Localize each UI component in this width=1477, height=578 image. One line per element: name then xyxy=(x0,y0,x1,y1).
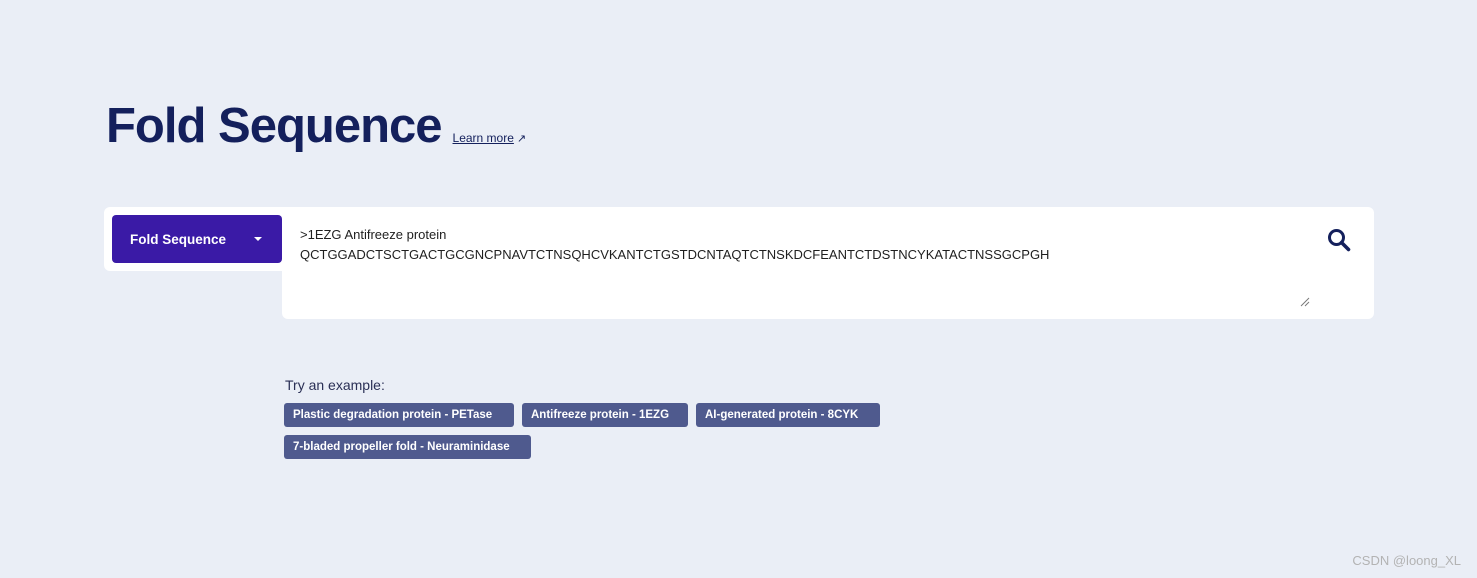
example-chip-petase[interactable]: Plastic degradation protein - PETase xyxy=(284,403,514,427)
learn-more-link[interactable]: Learn more ↗ xyxy=(453,131,527,145)
sequence-textarea[interactable]: >1EZG Antifreeze protein QCTGGADCTSCTGACT… xyxy=(300,225,1320,265)
fold-sequence-page: Fold Sequence Learn more ↗ Fold Sequence … xyxy=(0,0,1477,578)
mode-dropdown-label: Fold Sequence xyxy=(130,231,227,247)
learn-more-label: Learn more xyxy=(452,131,514,145)
examples-label: Try an example: xyxy=(285,377,385,393)
watermark: CSDN @loong_XL xyxy=(1352,553,1461,568)
title-row: Fold Sequence Learn more ↗ xyxy=(106,96,526,156)
example-chip-1ezg[interactable]: Antifreeze protein - 1EZG xyxy=(522,403,688,427)
mode-dropdown-button[interactable]: Fold Sequence xyxy=(112,215,282,263)
search-icon[interactable] xyxy=(1326,227,1352,253)
sequence-residues-line: QCTGGADCTSCTGACTGCGNCPNAVTCTNSQHCVKANTCT… xyxy=(300,247,1050,262)
page-title: Fold Sequence xyxy=(106,99,443,153)
resize-handle-icon[interactable] xyxy=(1298,295,1310,307)
example-chip-8cyk[interactable]: AI-generated protein - 8CYK xyxy=(696,403,880,427)
sequence-input-panel: >1EZG Antifreeze protein QCTGGADCTSCTGACT… xyxy=(282,207,1374,319)
external-arrow-icon: ↗ xyxy=(516,133,527,145)
example-chip-neuraminidase[interactable]: 7-bladed propeller fold - Neuraminidase xyxy=(284,435,531,459)
caret-down-icon xyxy=(254,237,262,241)
sequence-header-line: >1EZG Antifreeze protein xyxy=(300,227,447,242)
